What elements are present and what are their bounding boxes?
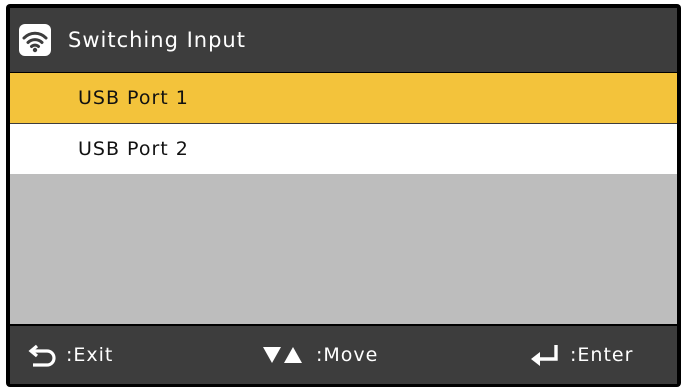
list-item-label: USB Port 2: [78, 138, 189, 160]
move-label: :Move: [316, 344, 379, 366]
osd-menu: Switching Input USB Port 1 USB Port 2:E…: [6, 4, 681, 387]
exit-label: :Exit: [66, 344, 114, 366]
wifi-icon: [18, 23, 52, 57]
list-item-usb-port-2[interactable]: USB Port 2: [10, 124, 677, 174]
page-title: Switching Input: [68, 28, 246, 52]
back-arrow-icon: [28, 343, 58, 367]
move-hint[interactable]: :Move: [262, 326, 378, 384]
list-item-empty: [10, 174, 677, 224]
menu-header: Switching Input: [10, 8, 677, 72]
list-item-label: USB Port 1: [78, 87, 189, 109]
list-item-usb-port-1[interactable]: USB Port 1: [10, 73, 677, 123]
list-item-empty: [10, 274, 677, 324]
input-list: USB Port 1 USB Port 2: [10, 73, 677, 324]
enter-label: :Enter: [570, 344, 634, 366]
exit-hint[interactable]: :Exit: [28, 326, 113, 384]
down-up-triangles-icon: [262, 345, 304, 365]
enter-hint[interactable]: :Enter: [530, 326, 633, 384]
footer-hints: :Exit :Move :Enter: [10, 326, 677, 384]
enter-return-icon: [530, 343, 562, 367]
list-item-empty: [10, 224, 677, 274]
